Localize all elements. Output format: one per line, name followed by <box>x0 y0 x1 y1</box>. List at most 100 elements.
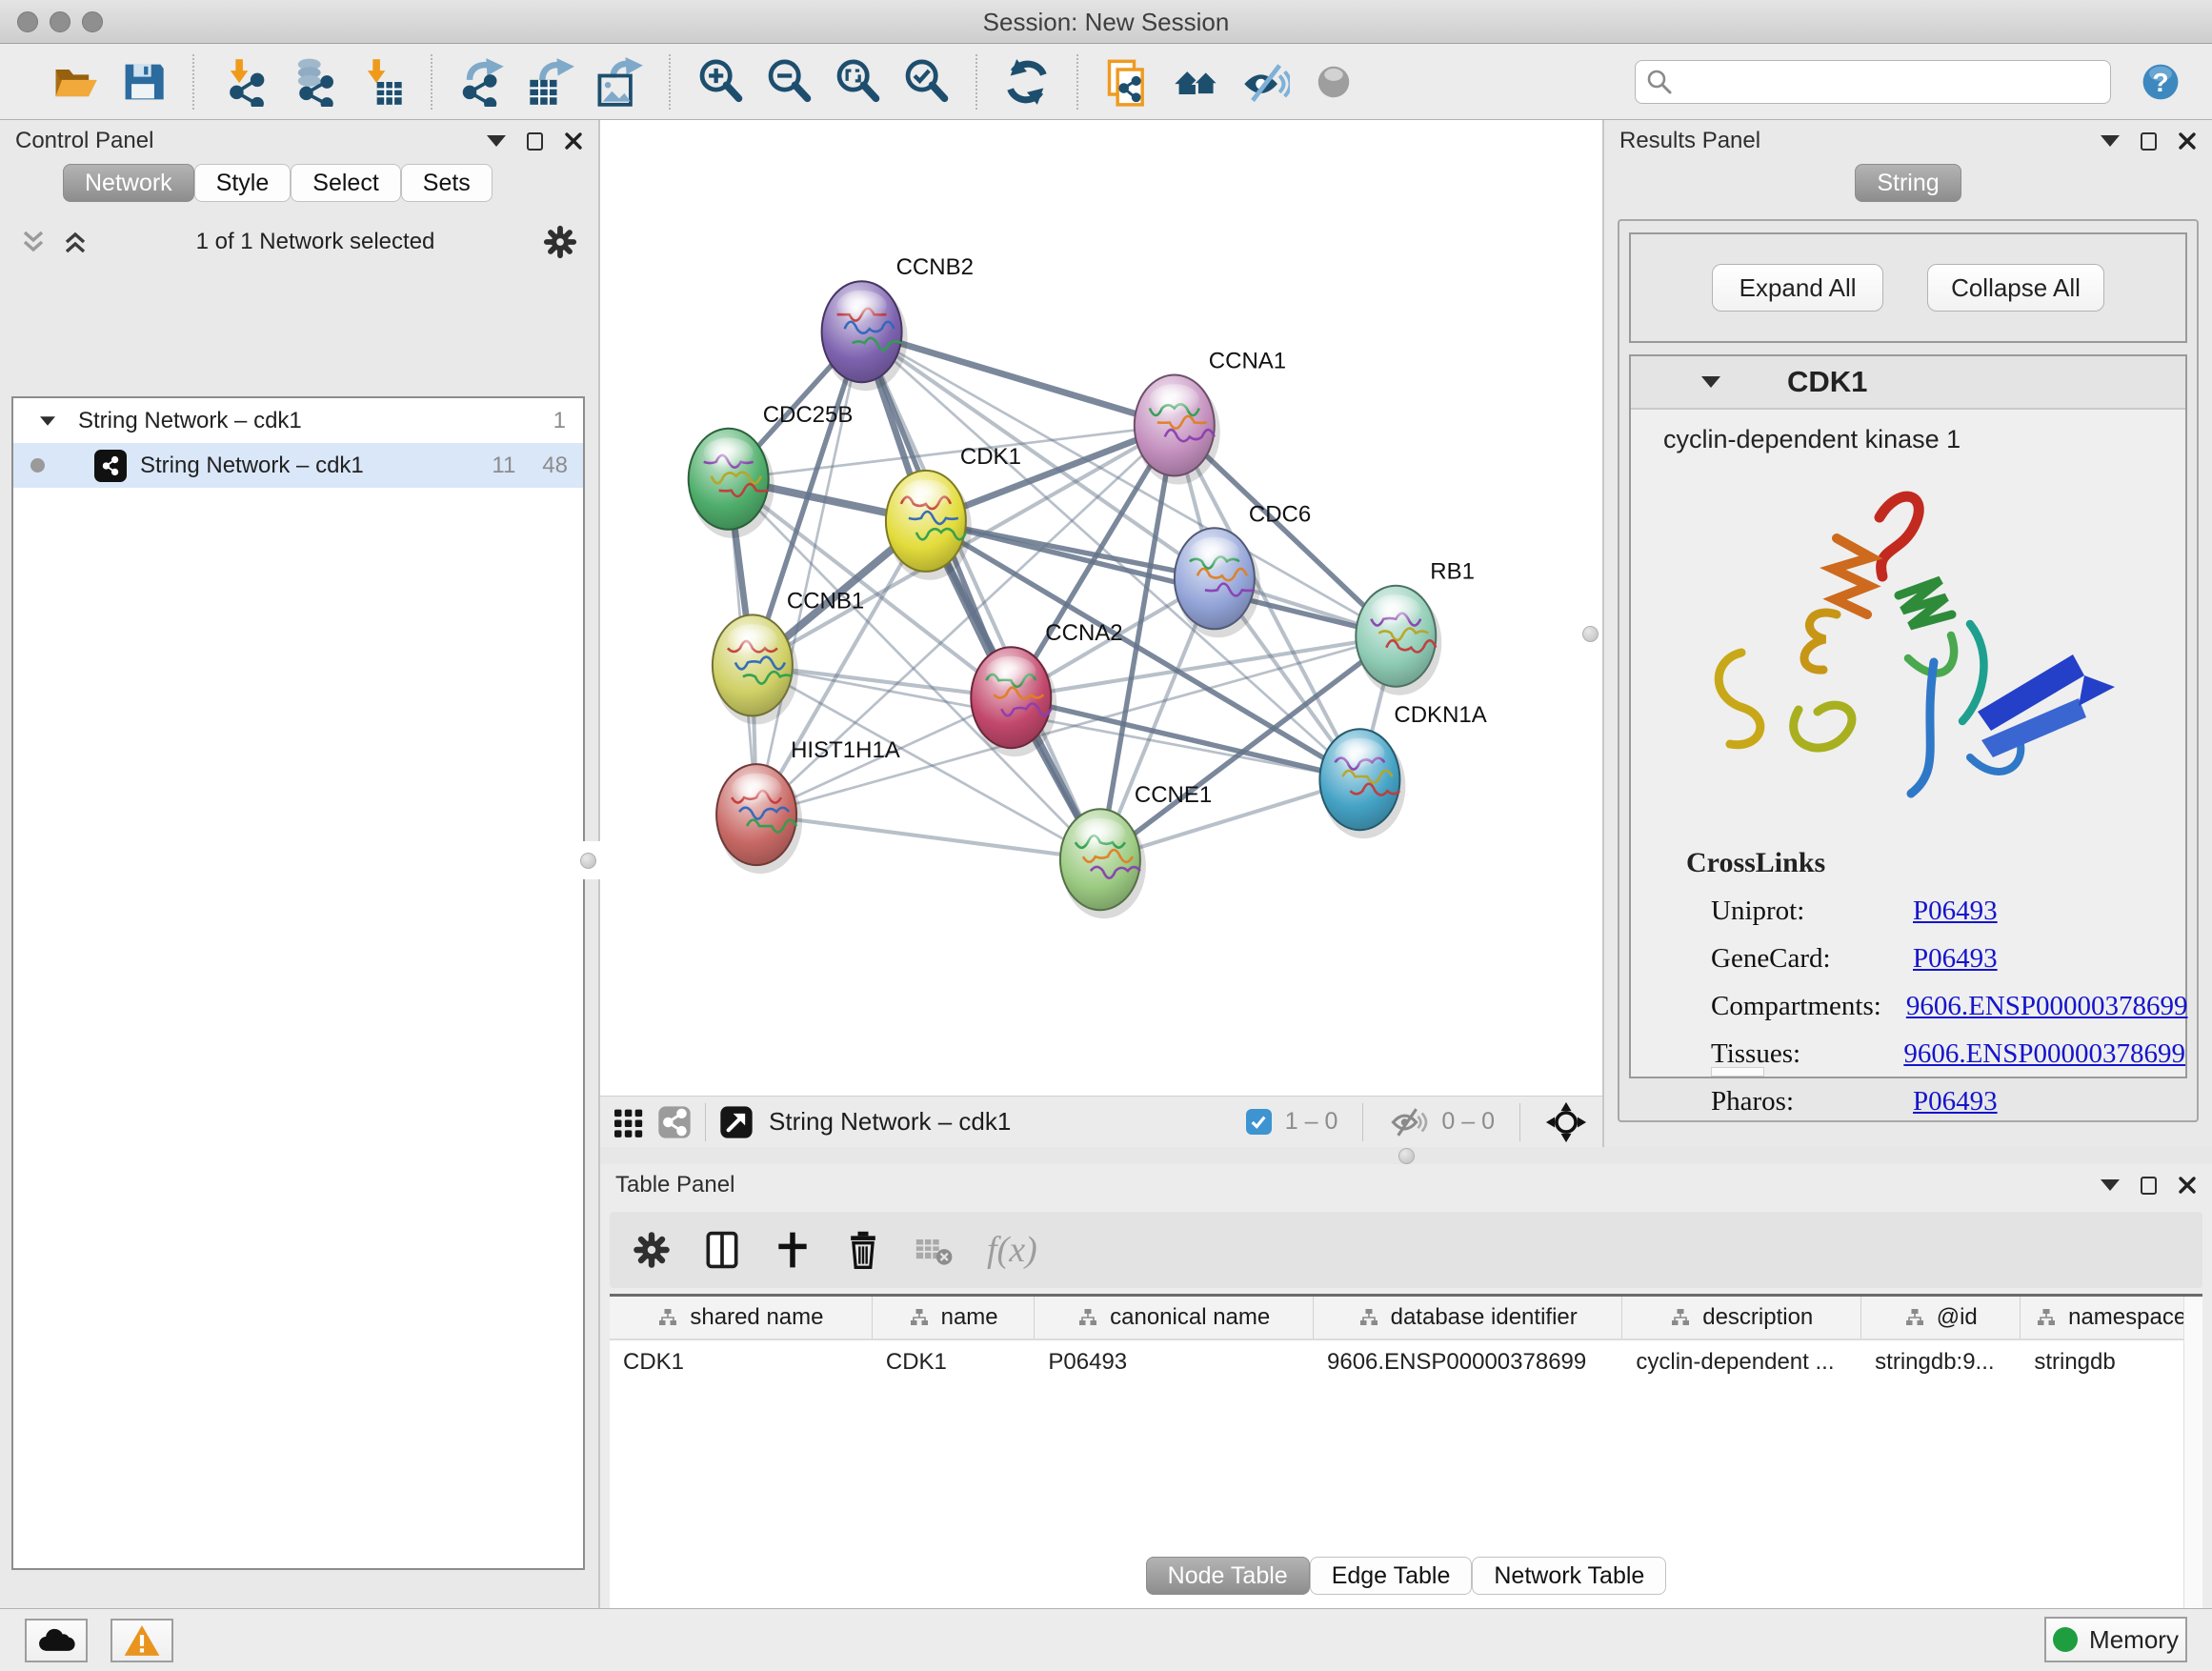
collapse-all-icon[interactable] <box>19 229 48 255</box>
network-node-HIST1H1A[interactable]: HIST1H1A <box>716 737 900 874</box>
network-from-selection-icon[interactable] <box>1103 57 1153 107</box>
export-network-icon[interactable] <box>457 57 507 107</box>
column-header-database-identifier[interactable]: database identifier <box>1314 1297 1622 1339</box>
function-builder-button[interactable]: f(x) <box>987 1229 1037 1271</box>
string-results-controls: Expand All Collapse All <box>1629 232 2187 343</box>
float-panel-icon[interactable] <box>527 132 543 151</box>
gene-expander-icon[interactable] <box>1701 376 1720 388</box>
gene-section-header[interactable]: CDK1 <box>1631 356 2185 410</box>
network-row-selected[interactable]: String Network – cdk1 11 48 <box>13 443 583 488</box>
save-session-icon[interactable] <box>118 57 168 107</box>
tab-edge-table[interactable]: Edge Table <box>1310 1557 1473 1595</box>
table-cell[interactable]: stringdb <box>2021 1340 2202 1384</box>
network-collection-row[interactable]: String Network – cdk1 1 <box>13 398 583 443</box>
cloud-status-button[interactable] <box>25 1619 88 1662</box>
column-header-description[interactable]: description <box>1622 1297 1861 1339</box>
right-splitter-handle[interactable] <box>1578 614 1602 653</box>
open-file-icon[interactable] <box>50 57 99 107</box>
network-options-gear-icon[interactable] <box>541 223 579 261</box>
crosslink-link[interactable]: 9606.ENSP00000378699 <box>1903 1038 2185 1070</box>
network-node-CCNE1[interactable]: CCNE1 <box>1060 782 1212 918</box>
hide-selected-icon[interactable] <box>1240 57 1290 107</box>
close-panel-icon[interactable] <box>564 131 583 151</box>
network-node-CDKN1A[interactable]: CDKN1A <box>1319 702 1486 838</box>
splitter-handle[interactable] <box>1398 1148 1415 1164</box>
column-header-shared-name[interactable]: shared name <box>610 1297 873 1339</box>
apply-preferred-layout-icon[interactable] <box>1002 57 1052 107</box>
import-network-database-icon[interactable] <box>288 57 337 107</box>
network-tree: String Network – cdk1 1 String Network –… <box>11 396 585 1570</box>
left-splitter-handle[interactable] <box>575 841 600 879</box>
expand-all-icon[interactable] <box>61 229 90 255</box>
create-column-icon[interactable] <box>772 1229 814 1271</box>
search-input[interactable] <box>1674 64 2101 100</box>
show-all-icon[interactable] <box>1309 57 1358 107</box>
table-cell[interactable]: CDK1 <box>873 1340 1036 1384</box>
help-icon[interactable]: ? <box>2136 57 2185 107</box>
network-node-CCNB1[interactable]: CCNB1 <box>713 588 864 724</box>
import-network-file-icon[interactable] <box>219 57 269 107</box>
selected-nodes-checkbox[interactable] <box>1246 1109 1272 1135</box>
show-columns-icon[interactable] <box>701 1229 743 1271</box>
collection-expander-icon[interactable] <box>40 416 55 426</box>
tab-node-table[interactable]: Node Table <box>1146 1557 1310 1595</box>
table-options-gear-icon[interactable] <box>631 1229 673 1271</box>
crosslink-link[interactable]: P06493 <box>1913 896 1998 927</box>
column-header-canonical-name[interactable]: canonical name <box>1035 1297 1314 1339</box>
float-panel-icon[interactable] <box>2141 1177 2157 1195</box>
tab-select[interactable]: Select <box>291 164 400 202</box>
crosslink-link[interactable]: P06493 <box>1913 1086 1998 1117</box>
crosslink-link[interactable]: P06493 <box>1913 943 1998 975</box>
table-cell[interactable]: stringdb:9... <box>1861 1340 2021 1384</box>
crosslink-row: Pharos:P06493 <box>1686 1086 2185 1117</box>
table-row[interactable]: CDK1CDK1P064939606.ENSP00000378699cyclin… <box>610 1340 2202 1384</box>
export-table-icon[interactable] <box>526 57 575 107</box>
column-header-name[interactable]: name <box>873 1297 1036 1339</box>
network-node-CDC25B[interactable]: CDC25B <box>689 402 854 538</box>
network-node-CCNB2[interactable]: CCNB2 <box>822 254 974 391</box>
tab-style[interactable]: Style <box>194 164 292 202</box>
column-header--id[interactable]: @id <box>1861 1297 2021 1339</box>
close-panel-icon[interactable] <box>2178 131 2197 151</box>
network-node-CCNA2[interactable]: CCNA2 <box>971 620 1122 756</box>
zoom-fit-icon[interactable] <box>833 57 882 107</box>
open-view-icon[interactable] <box>717 1103 755 1141</box>
results-hscrollbar[interactable] <box>1711 1067 1764 1077</box>
panel-menu-icon[interactable] <box>2101 1179 2120 1191</box>
close-panel-icon[interactable] <box>2178 1176 2197 1195</box>
tab-network[interactable]: Network <box>63 164 194 202</box>
expand-all-button[interactable]: Expand All <box>1712 264 1883 312</box>
memory-button[interactable]: Memory <box>2044 1617 2187 1662</box>
table-cell[interactable]: P06493 <box>1035 1340 1314 1384</box>
toolbar-separator <box>669 54 671 110</box>
panel-menu-icon[interactable] <box>487 135 506 147</box>
delete-table-icon <box>913 1229 958 1271</box>
network-node-CCNA1[interactable]: CCNA1 <box>1135 349 1286 485</box>
export-image-icon[interactable] <box>594 57 644 107</box>
warnings-button[interactable] <box>111 1619 173 1662</box>
delete-column-icon[interactable] <box>842 1229 884 1271</box>
horizontal-splitter[interactable] <box>600 1147 2212 1164</box>
column-header-namespace[interactable]: namespace <box>2021 1297 2202 1339</box>
import-table-file-icon[interactable] <box>356 57 406 107</box>
float-panel-icon[interactable] <box>2141 132 2157 151</box>
network-view-mode-icon[interactable] <box>655 1103 694 1141</box>
tab-network-table[interactable]: Network Table <box>1472 1557 1666 1595</box>
tab-sets[interactable]: Sets <box>401 164 493 202</box>
grid-view-icon[interactable] <box>610 1103 648 1141</box>
collapse-all-button[interactable]: Collapse All <box>1927 264 2104 312</box>
birdseye-navigator-icon[interactable] <box>1545 1101 1587 1143</box>
network-canvas[interactable]: CCNB2CCNA1CDC25BCDK1CDC6RB1CCNB1CCNA2CDK… <box>600 120 1602 1096</box>
toolbar-separator <box>1076 54 1078 110</box>
network-node-RB1[interactable]: RB1 <box>1356 559 1475 695</box>
table-cell[interactable]: cyclin-dependent ... <box>1622 1340 1861 1384</box>
table-cell[interactable]: CDK1 <box>610 1340 873 1384</box>
zoom-in-icon[interactable] <box>695 57 745 107</box>
crosslink-link[interactable]: 9606.ENSP00000378699 <box>1906 991 2188 1022</box>
tab-string[interactable]: String <box>1855 164 1961 202</box>
first-neighbors-icon[interactable] <box>1172 57 1221 107</box>
zoom-selected-icon[interactable] <box>901 57 951 107</box>
zoom-out-icon[interactable] <box>764 57 814 107</box>
panel-menu-icon[interactable] <box>2101 135 2120 147</box>
table-cell[interactable]: 9606.ENSP00000378699 <box>1314 1340 1622 1384</box>
